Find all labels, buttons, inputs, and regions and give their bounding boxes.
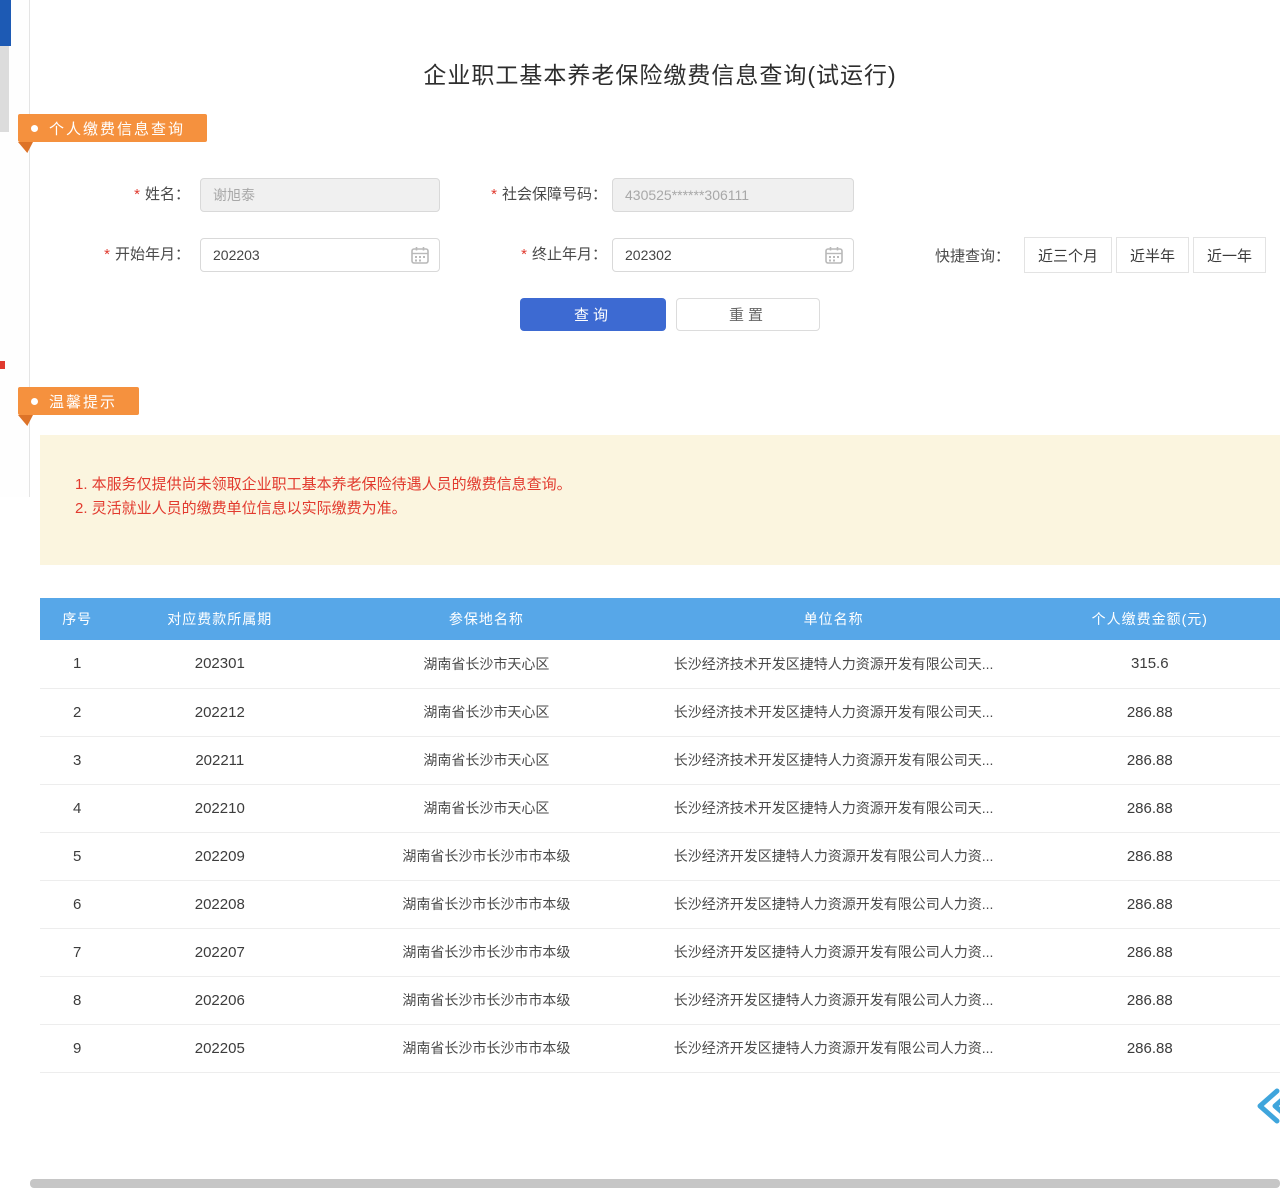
table-cell: 长沙经济开发区捷特人力资源开发有限公司人力资...	[648, 976, 1020, 1024]
table-cell: 1	[40, 640, 114, 688]
ssn-label: *社会保障号码：	[445, 178, 607, 212]
quick-range-button-halfyear[interactable]: 近半年	[1116, 237, 1189, 273]
table-cell: 湖南省长沙市天心区	[325, 640, 647, 688]
name-label: *姓名：	[60, 178, 190, 212]
required-asterisk: *	[104, 246, 110, 263]
table-cell: 长沙经济技术开发区捷特人力资源开发有限公司天...	[648, 640, 1020, 688]
table-cell: 202211	[114, 736, 325, 784]
column-header-seq: 序号	[40, 598, 114, 640]
table-cell: 3	[40, 736, 114, 784]
table-row: 4202210湖南省长沙市天心区长沙经济技术开发区捷特人力资源开发有限公司天..…	[40, 784, 1280, 832]
table-cell: 202208	[114, 880, 325, 928]
results-table: 序号 对应费款所属期 参保地名称 单位名称 个人缴费金额(元) 1202301湖…	[40, 598, 1280, 1073]
table-cell: 286.88	[1020, 688, 1280, 736]
table-cell: 湖南省长沙市长沙市市本级	[325, 1024, 647, 1072]
table-cell: 长沙经济技术开发区捷特人力资源开发有限公司天...	[648, 736, 1020, 784]
sidebar-marker	[0, 361, 5, 369]
table-cell: 长沙经济开发区捷特人力资源开发有限公司人力资...	[648, 880, 1020, 928]
column-header-place: 参保地名称	[325, 598, 647, 640]
section-badge-tips-label: 温馨提示	[49, 391, 117, 412]
table-cell: 湖南省长沙市天心区	[325, 784, 647, 832]
quick-range-button-3months[interactable]: 近三个月	[1024, 237, 1112, 273]
column-header-amount: 个人缴费金额(元)	[1020, 598, 1280, 640]
section-badge-tips: 温馨提示	[18, 387, 139, 415]
table-cell: 202206	[114, 976, 325, 1024]
table-cell: 湖南省长沙市长沙市市本级	[325, 880, 647, 928]
notice-line: 2. 灵活就业人员的缴费单位信息以实际缴费为准。	[75, 497, 1260, 521]
column-header-period: 对应费款所属期	[114, 598, 325, 640]
table-cell: 长沙经济开发区捷特人力资源开发有限公司人力资...	[648, 832, 1020, 880]
table-cell: 286.88	[1020, 1024, 1280, 1072]
required-asterisk: *	[134, 186, 140, 203]
table-cell: 长沙经济开发区捷特人力资源开发有限公司人力资...	[648, 1024, 1020, 1072]
table-cell: 4	[40, 784, 114, 832]
table-cell: 286.88	[1020, 736, 1280, 784]
sidebar-scroll-track	[0, 46, 9, 132]
table-cell: 2	[40, 688, 114, 736]
column-header-unit: 单位名称	[648, 598, 1020, 640]
table-cell: 202301	[114, 640, 325, 688]
quick-range-label: 快捷查询：	[935, 245, 1010, 266]
table-cell: 8	[40, 976, 114, 1024]
table-cell: 湖南省长沙市长沙市市本级	[325, 928, 647, 976]
section-badge-query: 个人缴费信息查询	[18, 114, 207, 142]
section-badge-query-label: 个人缴费信息查询	[49, 118, 185, 139]
calendar-icon[interactable]	[410, 245, 430, 265]
query-button[interactable]: 查询	[520, 298, 666, 331]
end-month-input[interactable]	[612, 238, 854, 272]
reset-button[interactable]: 重置	[676, 298, 820, 331]
page-title: 企业职工基本养老保险缴费信息查询(试运行)	[40, 56, 1280, 90]
table-cell: 湖南省长沙市长沙市市本级	[325, 832, 647, 880]
table-cell: 286.88	[1020, 784, 1280, 832]
table-cell: 湖南省长沙市天心区	[325, 688, 647, 736]
table-row: 3202211湖南省长沙市天心区长沙经济技术开发区捷特人力资源开发有限公司天..…	[40, 736, 1280, 784]
table-cell: 286.88	[1020, 928, 1280, 976]
table-cell: 7	[40, 928, 114, 976]
table-cell: 286.88	[1020, 976, 1280, 1024]
table-cell: 202212	[114, 688, 325, 736]
table-cell: 长沙经济技术开发区捷特人力资源开发有限公司天...	[648, 688, 1020, 736]
calendar-icon[interactable]	[824, 245, 844, 265]
table-row: 7202207湖南省长沙市长沙市市本级长沙经济开发区捷特人力资源开发有限公司人力…	[40, 928, 1280, 976]
table-cell: 202210	[114, 784, 325, 832]
table-cell: 长沙经济技术开发区捷特人力资源开发有限公司天...	[648, 784, 1020, 832]
table-cell: 5	[40, 832, 114, 880]
bullet-dot-icon	[31, 125, 38, 132]
table-cell: 6	[40, 880, 114, 928]
table-cell: 202209	[114, 832, 325, 880]
table-cell: 202207	[114, 928, 325, 976]
ssn-input	[612, 178, 854, 212]
horizontal-scrollbar[interactable]	[30, 1179, 1280, 1188]
table-cell: 9	[40, 1024, 114, 1072]
table-cell: 湖南省长沙市长沙市市本级	[325, 976, 647, 1024]
table-row: 6202208湖南省长沙市长沙市市本级长沙经济开发区捷特人力资源开发有限公司人力…	[40, 880, 1280, 928]
table-cell: 286.88	[1020, 832, 1280, 880]
start-month-input[interactable]	[200, 238, 440, 272]
table-body: 1202301湖南省长沙市天心区长沙经济技术开发区捷特人力资源开发有限公司天..…	[40, 640, 1280, 1072]
notice-box: 1. 本服务仅提供尚未领取企业职工基本养老保险待遇人员的缴费信息查询。 2. 灵…	[40, 435, 1280, 565]
notice-line: 1. 本服务仅提供尚未领取企业职工基本养老保险待遇人员的缴费信息查询。	[75, 473, 1260, 497]
name-input	[200, 178, 440, 212]
table-cell: 315.6	[1020, 640, 1280, 688]
table-row: 2202212湖南省长沙市天心区长沙经济技术开发区捷特人力资源开发有限公司天..…	[40, 688, 1280, 736]
table-row: 9202205湖南省长沙市长沙市市本级长沙经济开发区捷特人力资源开发有限公司人力…	[40, 1024, 1280, 1072]
table-cell: 202205	[114, 1024, 325, 1072]
quick-range-button-1year[interactable]: 近一年	[1193, 237, 1266, 273]
double-chevron-left-icon[interactable]	[1253, 1084, 1280, 1128]
table-cell: 286.88	[1020, 880, 1280, 928]
required-asterisk: *	[521, 246, 527, 263]
table-cell: 长沙经济开发区捷特人力资源开发有限公司人力资...	[648, 928, 1020, 976]
bullet-dot-icon	[31, 398, 38, 405]
table-cell: 湖南省长沙市天心区	[325, 736, 647, 784]
quick-range-group: 快捷查询： 近三个月 近半年 近一年	[935, 237, 1266, 273]
start-month-label: *开始年月：	[60, 238, 190, 272]
sidebar-scroll-thumb[interactable]	[0, 0, 11, 46]
table-row: 8202206湖南省长沙市长沙市市本级长沙经济开发区捷特人力资源开发有限公司人力…	[40, 976, 1280, 1024]
required-asterisk: *	[491, 186, 497, 203]
table-row: 5202209湖南省长沙市长沙市市本级长沙经济开发区捷特人力资源开发有限公司人力…	[40, 832, 1280, 880]
end-month-label: *终止年月：	[475, 238, 607, 272]
table-row: 1202301湖南省长沙市天心区长沙经济技术开发区捷特人力资源开发有限公司天..…	[40, 640, 1280, 688]
table-header: 序号 对应费款所属期 参保地名称 单位名称 个人缴费金额(元)	[40, 598, 1280, 640]
